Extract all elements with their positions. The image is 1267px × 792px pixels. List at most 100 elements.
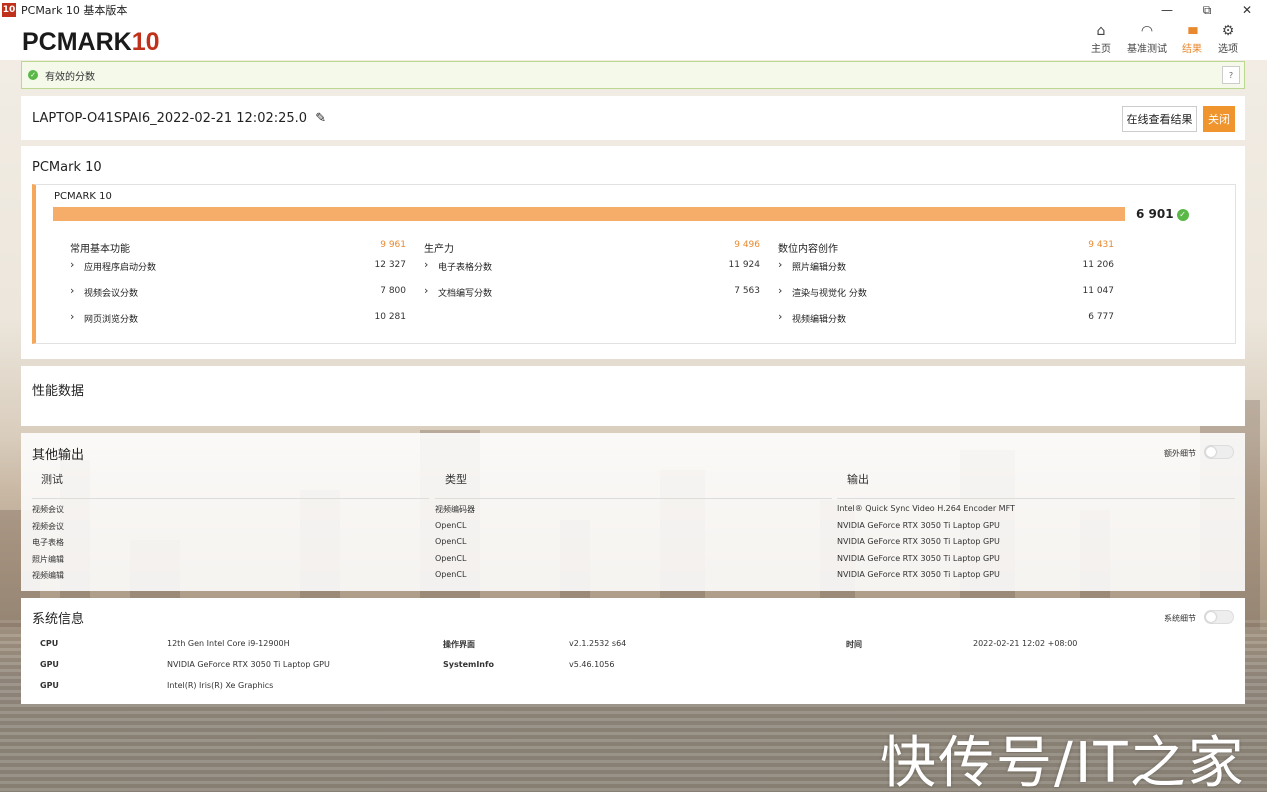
result-name: LAPTOP-O41SPAI6_2022-02-21 12:02:25.0 ✎: [32, 111, 327, 126]
subscore-item[interactable]: › 应用程序启动分数 12 327: [70, 258, 406, 280]
subscore-item[interactable]: › 视频编辑分数 6 777: [778, 310, 1114, 332]
app-icon: 10: [2, 3, 16, 17]
subscore-item[interactable]: › 网页浏览分数 10 281: [70, 310, 406, 332]
valid-score-banner: ✓ 有效的分数 ?: [21, 61, 1245, 89]
subscore-item[interactable]: › 照片编辑分数 11 206: [778, 258, 1114, 280]
output-table-cell: NVIDIA GeForce RTX 3050 Ti Laptop GPU: [837, 553, 1000, 563]
window-title: PCMark 10 基本版本: [21, 4, 128, 17]
sysinfo-key: GPU: [40, 681, 59, 690]
group-name: 生产力: [424, 244, 454, 255]
output-table-cell: Intel® Quick Sync Video H.264 Encoder MF…: [837, 504, 1015, 513]
output-table-cell: NVIDIA GeForce RTX 3050 Ti Laptop GPU: [837, 520, 1000, 530]
subscore-item[interactable]: › 视频会议分数 7 800: [70, 284, 406, 306]
nav-options-label: 选项: [1218, 44, 1238, 55]
sysinfo-value: Intel(R) Iris(R) Xe Graphics: [167, 681, 274, 690]
divider: [435, 498, 832, 499]
total-score: 6 901 ✓: [1136, 207, 1189, 221]
watermark: 快传号/IT之家: [880, 731, 1246, 792]
pcmark-logo: PCMARK10: [22, 28, 160, 56]
help-button[interactable]: ?: [1222, 66, 1240, 84]
group-score: 9 496: [734, 240, 760, 250]
chevron-right-icon: ›: [778, 284, 783, 297]
output-table-cell: 视频编辑: [32, 571, 64, 580]
output-table-cell: 视频会议: [32, 521, 64, 531]
sysinfo-key: GPU: [40, 660, 59, 669]
gear-icon: ⚙: [1221, 23, 1235, 39]
sysinfo-key: 时间: [846, 640, 862, 649]
score-group-digital-content: 数位内容创作 9 431 › 照片编辑分数 11 206 › 渲染与视觉化 分数 11 0…: [778, 240, 1114, 332]
maximize-button[interactable]: ⧉: [1187, 0, 1227, 20]
output-table-cell: OpenCL: [435, 520, 467, 530]
pcmark-score-panel: PCMark 10 PCMARK 10 6 901 ✓ 常用基本功能 9 961 ›…: [21, 146, 1245, 359]
system-info-panel: 系统信息 系统细节 CPU 12th Gen Intel Core i9-129…: [21, 598, 1245, 704]
view-online-button[interactable]: 在线查看结果: [1122, 106, 1197, 132]
close-window-button[interactable]: ✕: [1227, 0, 1267, 20]
sysinfo-value: 2022-02-21 12:02 +08:00: [973, 639, 1078, 648]
output-table-cell: OpenCL: [435, 570, 467, 579]
output-table-cell: 视频编码器: [435, 505, 475, 514]
group-name: 常用基本功能: [70, 244, 130, 255]
output-table-cell: NVIDIA GeForce RTX 3050 Ti Laptop GPU: [837, 570, 1000, 579]
app-header: PCMARK10 ⌂ 主页 ◠ 基准测试 ▮▮▮ 结果 ⚙ 选项: [0, 20, 1267, 60]
output-table-cell: OpenCL: [435, 537, 467, 546]
group-score: 9 961: [380, 240, 406, 250]
pcmark-score-card: PCMARK 10 6 901 ✓ 常用基本功能 9 961 › 应用程序启动分数 12…: [32, 184, 1236, 344]
chevron-right-icon: ›: [70, 310, 75, 323]
nav-benchmarks[interactable]: ◠ 基准测试: [1122, 22, 1172, 55]
sysinfo-value: 12th Gen Intel Core i9-12900H: [167, 639, 290, 648]
performance-data-panel: 性能数据: [21, 366, 1245, 426]
check-circle-icon: ✓: [28, 70, 38, 80]
sysinfo-key: SystemInfo: [443, 660, 494, 669]
output-table-cell: 照片编辑: [32, 554, 64, 564]
score-group-productivity: 生产力 9 496 › 电子表格分数 11 924 › 文档编写分数 7 563: [424, 240, 760, 306]
window-titlebar: 10 PCMark 10 基本版本 — ⧉ ✕: [0, 0, 1267, 20]
chevron-right-icon: ›: [70, 284, 75, 297]
minimize-button[interactable]: —: [1147, 0, 1187, 20]
sysinfo-key: CPU: [40, 639, 59, 648]
extra-details-label: 额外细节: [1164, 449, 1196, 458]
system-info-title: 系统信息: [32, 612, 85, 627]
sysinfo-value: v2.1.2532 s64: [569, 639, 627, 648]
check-circle-icon: ✓: [1176, 208, 1189, 221]
nav-results-label: 结果: [1182, 44, 1202, 55]
performance-data-title: 性能数据: [32, 384, 85, 399]
output-table-cell: NVIDIA GeForce RTX 3050 Ti Laptop GPU: [837, 537, 1000, 546]
score-group-essentials: 常用基本功能 9 961 › 应用程序启动分数 12 327 › 视频会议分数 7 800…: [70, 240, 406, 332]
gauge-icon: ◠: [1140, 23, 1154, 39]
chevron-right-icon: ›: [70, 258, 75, 271]
extra-details-toggle[interactable]: [1204, 445, 1234, 459]
result-header-panel: LAPTOP-O41SPAI6_2022-02-21 12:02:25.0 ✎ …: [21, 96, 1245, 140]
group-score: 9 431: [1088, 240, 1114, 250]
output-table-cell: 电子表格: [32, 538, 64, 547]
pcmark-section-title: PCMark 10: [32, 160, 102, 175]
nav-home[interactable]: ⌂ 主页: [1077, 22, 1125, 55]
divider: [837, 498, 1235, 499]
sysinfo-value: v5.46.1056: [569, 660, 615, 669]
group-name: 数位内容创作: [778, 244, 838, 255]
score-card-title: PCMARK 10: [54, 191, 112, 202]
output-table-cell: OpenCL: [435, 553, 467, 563]
subscore-item[interactable]: › 文档编写分数 7 563: [424, 284, 760, 306]
system-details-label: 系统细节: [1164, 614, 1196, 623]
total-score-bar: [53, 207, 1125, 221]
nav-options[interactable]: ⚙ 选项: [1204, 22, 1252, 55]
valid-score-text: 有效的分数: [45, 71, 95, 83]
home-icon: ⌂: [1096, 23, 1106, 39]
output-table-cell: 视频会议: [32, 505, 64, 514]
edit-icon[interactable]: ✎: [315, 111, 326, 126]
sysinfo-key: 操作界面: [443, 640, 475, 649]
other-output-panel: 其他输出 额外细节 测试 类型 输出 视频会议 视频编码器 Intel® Quick…: [21, 433, 1245, 591]
nav-benchmarks-label: 基准测试: [1127, 44, 1167, 55]
chevron-right-icon: ›: [424, 258, 429, 271]
chevron-right-icon: ›: [778, 258, 783, 271]
chevron-right-icon: ›: [424, 284, 429, 297]
column-header-output: 输出: [847, 473, 869, 486]
column-header-type: 类型: [445, 473, 467, 486]
subscore-item[interactable]: › 电子表格分数 11 924: [424, 258, 760, 280]
system-details-toggle[interactable]: [1204, 610, 1234, 624]
subscore-item[interactable]: › 渲染与视觉化 分数 11 047: [778, 284, 1114, 306]
column-header-test: 测试: [41, 473, 63, 486]
close-result-button[interactable]: 关闭: [1203, 106, 1235, 132]
sysinfo-value: NVIDIA GeForce RTX 3050 Ti Laptop GPU: [167, 660, 330, 669]
nav-home-label: 主页: [1091, 44, 1111, 55]
